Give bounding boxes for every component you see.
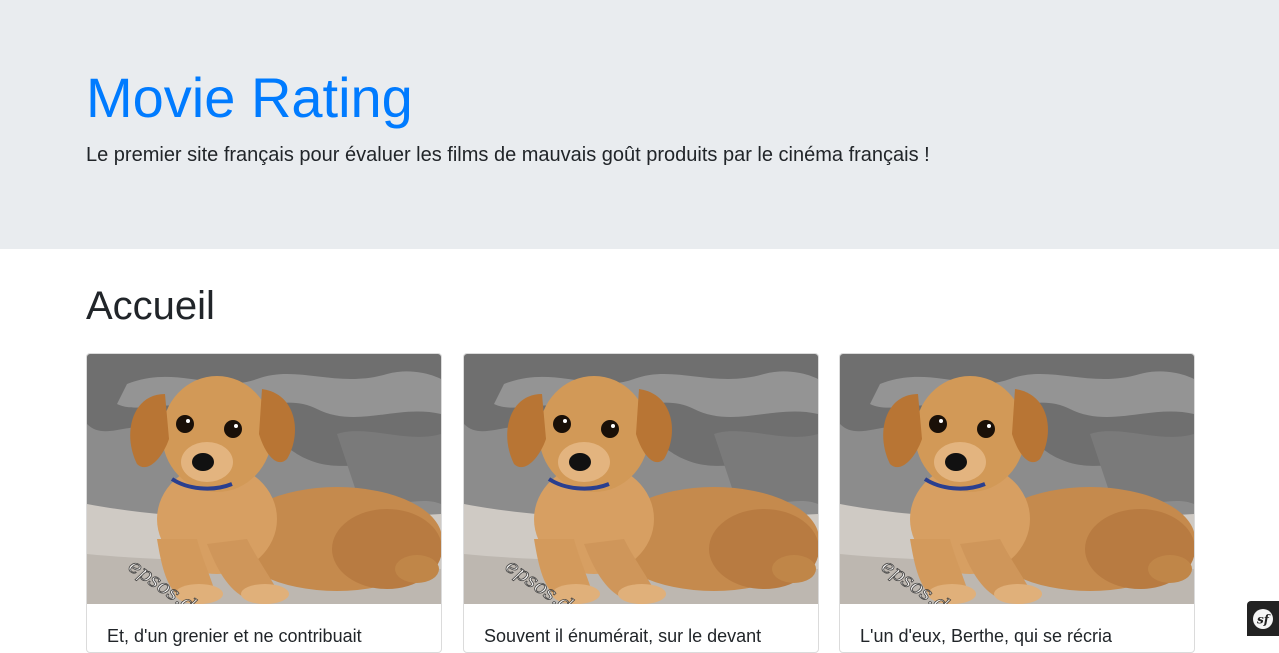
svg-text:sf: sf — [1257, 612, 1271, 626]
symfony-toolbar-toggle[interactable]: sf — [1247, 601, 1279, 636]
site-tagline: Le premier site français pour évaluer le… — [86, 144, 930, 166]
puppy-photo-icon[interactable] — [87, 354, 441, 604]
jumbotron-header: Movie Rating Le premier site français po… — [0, 0, 1279, 249]
puppy-photo-icon[interactable] — [464, 354, 818, 604]
puppy-photo-icon[interactable] — [840, 354, 1194, 604]
card-text: Souvent il énumérait, sur le devant — [484, 626, 762, 646]
page-title: Accueil — [86, 284, 215, 328]
card-text: L'un d'eux, Berthe, qui se récria — [860, 626, 1113, 646]
movie-card[interactable]: L'un d'eux, Berthe, qui se récria — [839, 353, 1195, 653]
movie-card[interactable]: Souvent il énumérait, sur le devant — [463, 353, 819, 653]
movie-card[interactable]: Et, d'un grenier et ne contribuait — [86, 353, 442, 653]
symfony-icon: sf — [1253, 608, 1273, 629]
card-text: Et, d'un grenier et ne contribuait — [107, 626, 362, 646]
site-title-link[interactable]: Movie Rating — [86, 66, 413, 130]
